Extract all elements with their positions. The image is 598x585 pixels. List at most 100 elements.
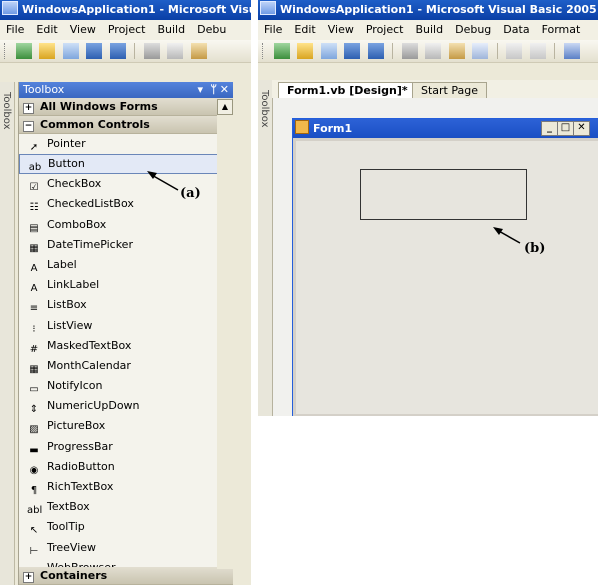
maskedtextbox-icon: #: [29, 343, 39, 355]
menu-format[interactable]: Format: [536, 20, 587, 40]
left-title-bar[interactable]: WindowsApplication1 - Microsoft Visu: [0, 0, 251, 20]
vb-app-icon: [2, 1, 18, 15]
toolbox-item-label: RichTextBox: [47, 480, 114, 493]
toolbox-item-label: CheckedListBox: [47, 197, 134, 211]
toolbox-pin-icon[interactable]: ᛘ: [210, 82, 217, 98]
save-all-icon[interactable]: [109, 43, 126, 59]
toolbox-item-listview[interactable]: ⁝ ListView: [19, 316, 233, 336]
toolbox-item-checkedlistbox[interactable]: ☷ CheckedListBox: [19, 194, 233, 214]
close-icon[interactable]: ✕: [573, 121, 590, 136]
toolbar-grip[interactable]: [4, 43, 8, 59]
toolbox-item-checkbox[interactable]: ☑ CheckBox: [19, 174, 233, 194]
menu-build[interactable]: Build: [151, 20, 191, 40]
toolbox-item-button[interactable]: ab Button: [19, 154, 219, 175]
left-toolbox-autohide-strip[interactable]: Toolbox: [0, 82, 15, 585]
expand-icon[interactable]: +: [23, 103, 34, 114]
find-icon[interactable]: [472, 43, 488, 59]
toolbox-group-containers[interactable]: + Containers: [19, 567, 233, 585]
copy-icon[interactable]: [425, 43, 441, 59]
toolbox-item-datetimepicker[interactable]: ▦ DateTimePicker: [19, 235, 233, 255]
maximize-icon[interactable]: □: [557, 121, 574, 136]
toolbox-item-combobox[interactable]: ▤ ComboBox: [19, 215, 233, 235]
group-label: Common Controls: [40, 118, 150, 131]
toolbox-item-notifyicon[interactable]: ▭ NotifyIcon: [19, 376, 233, 396]
add-item-icon[interactable]: [62, 43, 79, 59]
toolbox-item-linklabel[interactable]: A LinkLabel: [19, 275, 233, 295]
scroll-up-icon[interactable]: ▲: [217, 99, 233, 115]
minimize-icon[interactable]: _: [541, 121, 558, 136]
menu-view[interactable]: View: [322, 20, 360, 40]
toolbox-item-radiobutton[interactable]: ◉ RadioButton: [19, 457, 233, 477]
menu-file[interactable]: File: [258, 20, 288, 40]
toolbox-item-maskedtextbox[interactable]: # MaskedTextBox: [19, 336, 233, 356]
form1-title-bar[interactable]: Form1 _ □ ✕: [293, 119, 598, 138]
paste-icon[interactable]: [190, 43, 207, 59]
tab-start-page[interactable]: Start Page: [412, 82, 487, 99]
toolbox-item-pointer[interactable]: ➚ Pointer: [19, 134, 233, 154]
menu-debug[interactable]: Debu: [191, 20, 232, 40]
save-all-icon[interactable]: [367, 43, 384, 59]
save-icon[interactable]: [344, 43, 360, 59]
drawn-button-outline[interactable]: [360, 169, 527, 220]
open-file-icon[interactable]: [297, 43, 313, 59]
menu-view[interactable]: View: [64, 20, 102, 40]
toolbox-item-richtextbox[interactable]: ¶ RichTextBox: [19, 477, 233, 497]
cut-icon[interactable]: [143, 43, 160, 59]
toolbar-grip[interactable]: [262, 43, 266, 59]
toolbox-item-label: MonthCalendar: [47, 358, 131, 372]
toolbox-scrollbar[interactable]: ▲: [217, 99, 233, 569]
right-title-bar[interactable]: WindowsApplication1 - Microsoft Visual B…: [258, 0, 598, 20]
toolbox-item-treeview[interactable]: ⊢ TreeView: [19, 538, 233, 558]
menu-build[interactable]: Build: [409, 20, 449, 40]
toolbar-separator: [392, 43, 393, 59]
menu-edit[interactable]: Edit: [30, 20, 63, 40]
toolbox-item-textbox[interactable]: abl TextBox: [19, 497, 233, 517]
paste-icon[interactable]: [448, 43, 465, 59]
toolbox-item-picturebox[interactable]: ▨ PictureBox: [19, 416, 233, 436]
add-project-icon[interactable]: [15, 43, 32, 59]
form-icon: [295, 120, 309, 134]
menu-project[interactable]: Project: [102, 20, 152, 40]
form1-window[interactable]: Form1 _ □ ✕: [292, 118, 598, 416]
tab-form1-design[interactable]: Form1.vb [Design]*: [278, 82, 417, 99]
monthcalendar-icon: ▦: [29, 363, 39, 375]
toolbox-item-tooltip[interactable]: ↖ ToolTip: [19, 517, 233, 537]
menu-project[interactable]: Project: [360, 20, 410, 40]
open-file-icon[interactable]: [39, 43, 55, 59]
toolbox-header[interactable]: Toolbox ▾ ᛘ ✕: [19, 82, 233, 98]
menu-debug[interactable]: Debug: [449, 20, 497, 40]
toolbox-item-label: NumericUpDown: [47, 399, 140, 413]
toolbox-close-icon[interactable]: ✕: [220, 82, 229, 98]
menu-file[interactable]: File: [0, 20, 30, 40]
copy-icon[interactable]: [167, 43, 183, 59]
cut-icon[interactable]: [401, 43, 418, 59]
toolbox-group-all-windows-forms[interactable]: + All Windows Forms: [19, 98, 233, 116]
collapse-icon[interactable]: −: [23, 121, 34, 132]
datetimepicker-icon: ▦: [29, 242, 39, 254]
add-project-icon[interactable]: [273, 43, 290, 59]
toolbox-side-tab[interactable]: Toolbox: [1, 92, 12, 130]
right-toolbox-autohide-strip[interactable]: Toolbox: [258, 80, 273, 416]
expand-icon[interactable]: +: [23, 572, 34, 583]
uncomment-icon[interactable]: [529, 43, 546, 59]
toolbox-item-monthcalendar[interactable]: ▦ MonthCalendar: [19, 356, 233, 376]
menu-edit[interactable]: Edit: [288, 20, 321, 40]
toolbox-item-label: DateTimePicker: [47, 237, 133, 251]
comment-icon[interactable]: [506, 43, 522, 59]
toolbox-group-common-controls[interactable]: − Common Controls: [19, 116, 233, 134]
toolbox-item-label: CheckBox: [47, 177, 102, 191]
undo-icon[interactable]: [563, 43, 580, 59]
menu-data[interactable]: Data: [497, 20, 535, 40]
add-item-icon[interactable]: [320, 43, 337, 59]
toolbox-item-progressbar[interactable]: ▬ ProgressBar: [19, 437, 233, 457]
left-window-title: WindowsApplication1 - Microsoft Visu: [22, 3, 251, 16]
save-icon[interactable]: [86, 43, 102, 59]
checkedlistbox-icon: ☷: [29, 202, 39, 214]
toolbox-item-numericupdown[interactable]: ⇕ NumericUpDown: [19, 396, 233, 416]
toolbox-item-label[interactable]: A Label: [19, 255, 233, 275]
toolbox-item-listbox[interactable]: ≡ ListBox: [19, 295, 233, 315]
toolbox-title: Toolbox: [23, 83, 65, 96]
toolbox-side-tab[interactable]: Toolbox: [259, 90, 270, 128]
toolbox-dropdown-icon[interactable]: ▾: [197, 82, 203, 98]
toolbar-separator: [134, 43, 135, 59]
